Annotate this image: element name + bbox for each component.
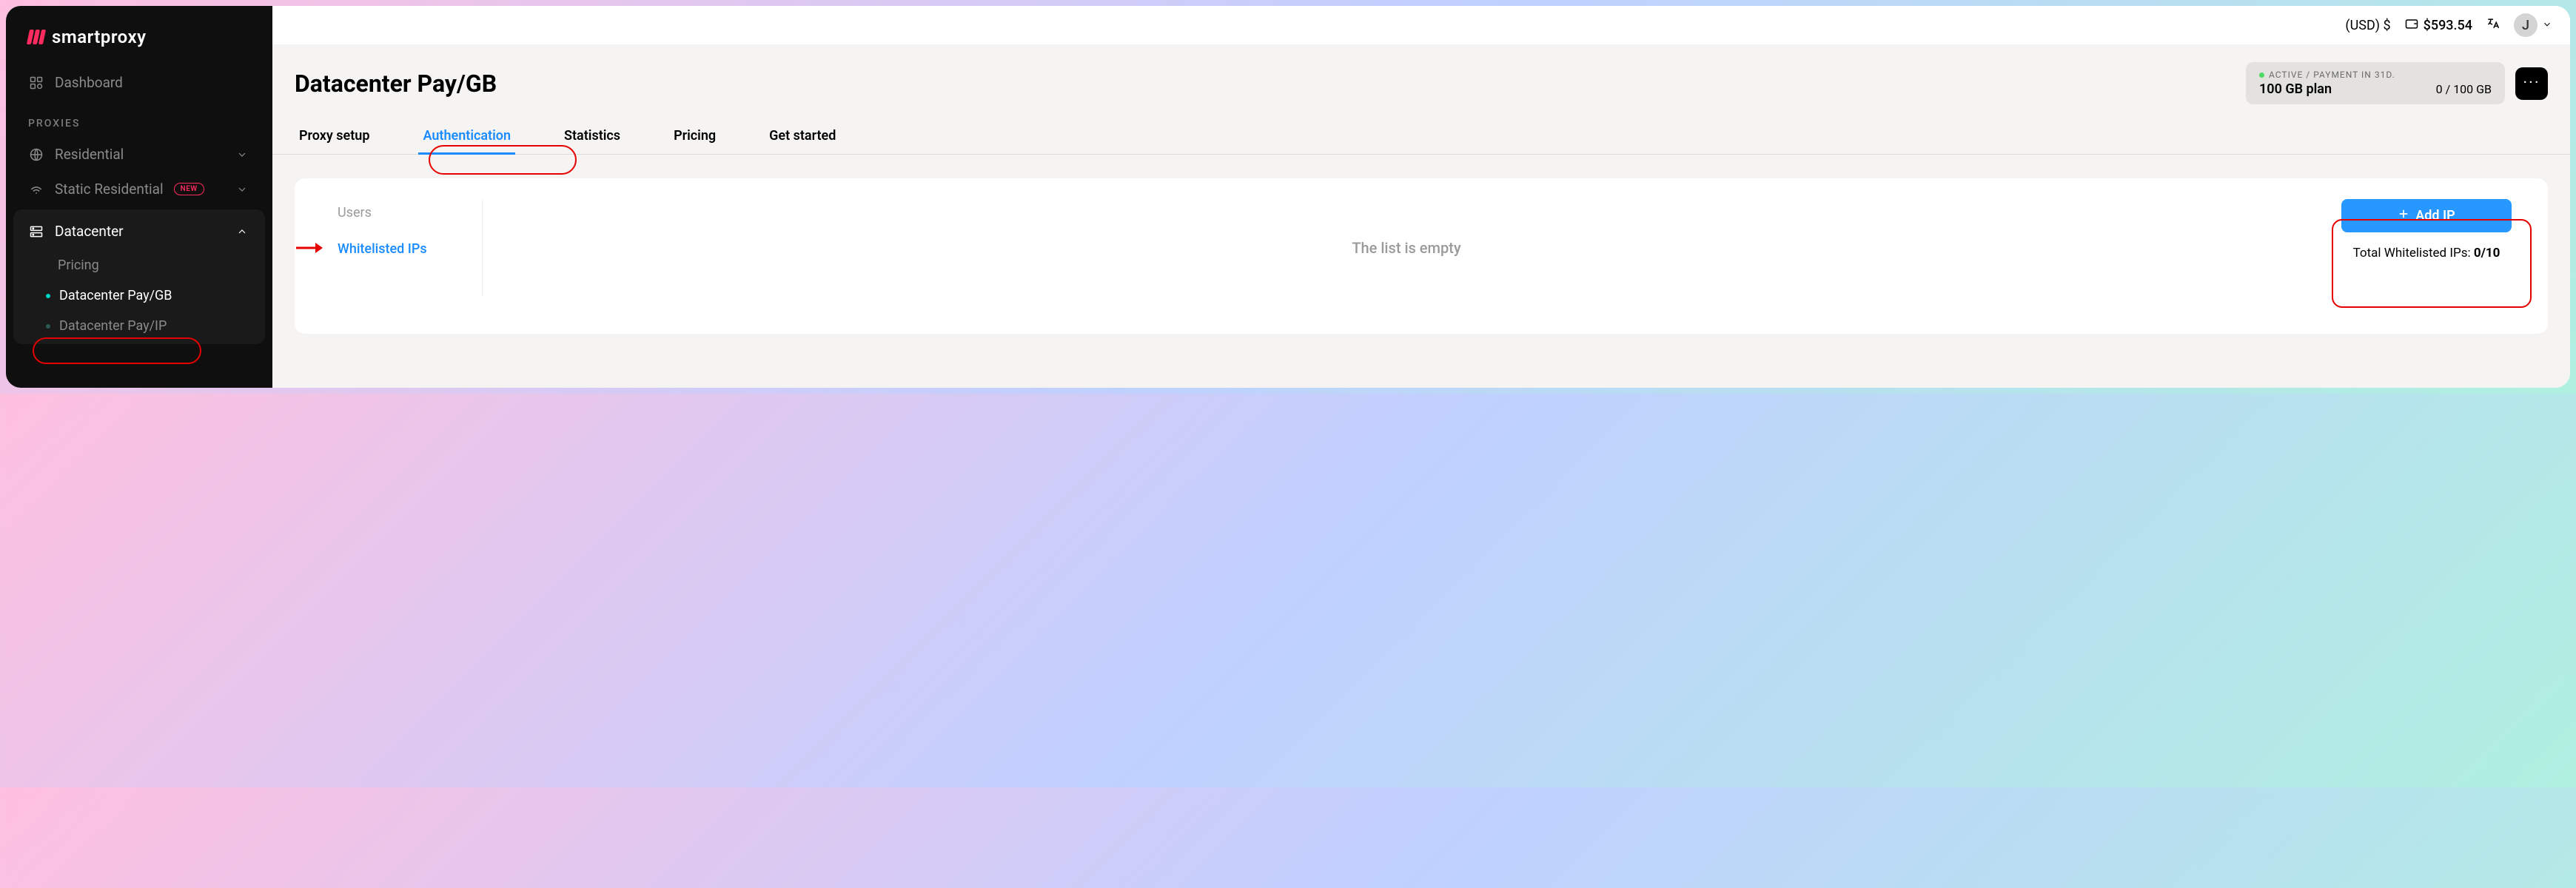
user-menu[interactable]: J [2514, 13, 2552, 37]
page-header: Datacenter Pay/GB ACTIVE / PAYMENT IN 31… [272, 44, 2570, 115]
whitelist-empty-state: The list is empty [483, 199, 2330, 297]
brand-logo[interactable]: smartproxy [6, 21, 272, 65]
wallet-balance[interactable]: $593.54 [2404, 16, 2472, 35]
app-frame: smartproxy Dashboard PROXIES Residential… [6, 6, 2570, 388]
sidebar-sublabel: Datacenter Pay/GB [59, 288, 172, 303]
authentication-card: Users Whitelisted IPs The list is empty … [295, 178, 2548, 334]
total-label: Total Whitelisted IPs: [2353, 246, 2474, 260]
more-icon: ··· [2523, 75, 2540, 92]
auth-tab-users[interactable]: Users [320, 199, 467, 235]
sidebar-section-proxies: PROXIES [6, 100, 272, 137]
plan-more-button[interactable]: ··· [2515, 67, 2548, 100]
translate-icon [2486, 16, 2500, 35]
plus-icon [2398, 208, 2409, 223]
total-count: 0/10 [2474, 246, 2500, 260]
new-badge: NEW [174, 183, 204, 195]
sidebar-item-datacenter[interactable]: Datacenter [13, 212, 265, 250]
wallet-icon [2404, 16, 2419, 35]
brand-name: smartproxy [52, 27, 147, 47]
sidebar-group-datacenter: Datacenter Pricing Datacenter Pay/GB Dat… [13, 209, 265, 344]
status-dot-icon [2259, 73, 2264, 78]
avatar: J [2514, 13, 2538, 37]
chevron-down-icon [234, 147, 250, 163]
tab-proxy-setup[interactable]: Proxy setup [295, 122, 374, 154]
dashboard-icon [28, 75, 44, 91]
sidebar-subitem-datacenter-payip[interactable]: Datacenter Pay/IP [13, 311, 265, 341]
balance-amount: $593.54 [2424, 18, 2472, 33]
sidebar: smartproxy Dashboard PROXIES Residential… [6, 6, 272, 388]
whitelist-actions: Add IP Total Whitelisted IPs: 0/10 [2330, 199, 2523, 297]
topbar: (USD) $ $593.54 J [272, 6, 2570, 44]
active-dot-icon [46, 294, 50, 298]
tab-authentication[interactable]: Authentication [418, 122, 515, 154]
sidebar-label: Residential [55, 146, 124, 163]
sidebar-sublabel: Datacenter Pay/IP [59, 318, 167, 334]
sidebar-subitem-pricing[interactable]: Pricing [13, 250, 265, 280]
annotation-arrow-icon [295, 240, 324, 258]
globe-icon [28, 147, 44, 163]
chevron-down-icon [234, 181, 250, 198]
sidebar-label: Datacenter [55, 223, 124, 240]
plan-name: 100 GB plan [2259, 81, 2332, 97]
dot-icon [46, 324, 50, 329]
wifi-icon [28, 181, 44, 198]
sidebar-sublabel: Pricing [58, 258, 99, 273]
tab-pricing[interactable]: Pricing [669, 122, 720, 154]
plan-summary: ACTIVE / PAYMENT IN 31D. 100 GB plan 0 /… [2246, 62, 2548, 104]
sidebar-label: Static Residential [55, 181, 164, 198]
server-icon [28, 223, 44, 240]
total-whitelisted: Total Whitelisted IPs: 0/10 [2353, 246, 2500, 260]
currency-selector[interactable]: (USD) $ [2345, 18, 2390, 33]
currency-label: (USD) $ [2345, 18, 2390, 33]
sidebar-item-static-residential[interactable]: Static Residential NEW [6, 172, 272, 206]
empty-text: The list is empty [1352, 239, 1460, 257]
brand-logo-icon [28, 30, 44, 44]
page-title: Datacenter Pay/GB [295, 70, 497, 98]
sidebar-item-residential[interactable]: Residential [6, 137, 272, 172]
add-ip-button[interactable]: Add IP [2341, 199, 2512, 232]
auth-tab-whitelisted-ips[interactable]: Whitelisted IPs [320, 235, 467, 272]
plan-info-card[interactable]: ACTIVE / PAYMENT IN 31D. 100 GB plan 0 /… [2246, 62, 2505, 104]
sidebar-label: Dashboard [55, 74, 123, 91]
chevron-down-icon [2542, 18, 2552, 33]
plan-usage: 0 / 100 GB [2436, 82, 2492, 96]
tabs: Proxy setup Authentication Statistics Pr… [272, 115, 2570, 155]
plan-status-text: ACTIVE / PAYMENT IN 31D. [2269, 70, 2395, 80]
language-switch[interactable] [2486, 16, 2500, 35]
tab-statistics[interactable]: Statistics [560, 122, 625, 154]
add-ip-label: Add IP [2415, 208, 2455, 223]
main: (USD) $ $593.54 J Datacenter Pa [272, 6, 2570, 388]
auth-side-tabs: Users Whitelisted IPs [320, 199, 483, 297]
tab-get-started[interactable]: Get started [765, 122, 840, 154]
plan-status: ACTIVE / PAYMENT IN 31D. [2259, 70, 2492, 80]
sidebar-subitem-datacenter-paygb[interactable]: Datacenter Pay/GB [13, 280, 265, 311]
chevron-up-icon [234, 223, 250, 240]
sidebar-item-dashboard[interactable]: Dashboard [6, 65, 272, 100]
